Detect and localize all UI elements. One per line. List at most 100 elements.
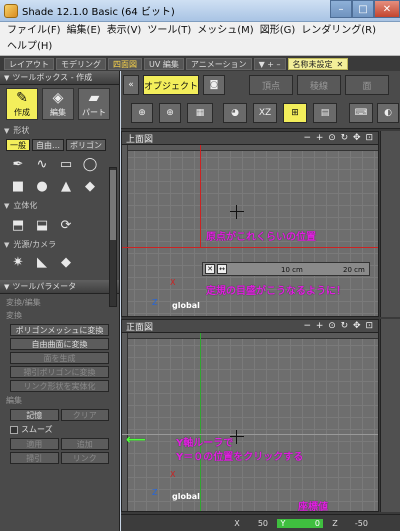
tab-modeling[interactable]: モデリング bbox=[56, 57, 106, 70]
box-tool-icon[interactable]: ■ bbox=[8, 177, 28, 195]
mode-create-button[interactable]: ✎ 作成 bbox=[6, 88, 38, 120]
clear-button[interactable]: クリア bbox=[60, 409, 109, 421]
light-tool-icon[interactable]: ✷ bbox=[8, 253, 28, 271]
close-button[interactable]: ✕ bbox=[374, 0, 400, 18]
camera-tool-icon[interactable]: ◆ bbox=[56, 253, 76, 271]
tab-animation[interactable]: アニメーション bbox=[185, 57, 252, 70]
side-view-strip-bottom[interactable] bbox=[380, 319, 400, 512]
edge-mode-button[interactable]: 稜線 bbox=[297, 75, 341, 95]
tab-uv-edit[interactable]: UV 編集 bbox=[144, 57, 184, 70]
tab-document[interactable]: 名称未設定 ✕ bbox=[287, 57, 349, 70]
rect-tool-icon[interactable]: ▭ bbox=[56, 155, 76, 173]
globe-icon[interactable]: ◕ bbox=[223, 103, 247, 123]
shape-tab-free[interactable]: 自由… bbox=[32, 139, 64, 151]
front-view-pane[interactable]: ⟵ Y軸ルーラで Y＝０の位置をクリックする X Z global 座標値 正面… bbox=[121, 319, 379, 512]
to-freeform-button[interactable]: 自由曲面に変換 bbox=[10, 338, 109, 350]
menu-file[interactable]: ファイル(F) bbox=[4, 23, 64, 39]
collapse-triangle-icon[interactable]: ▼ bbox=[4, 283, 9, 291]
minimize-button[interactable]: – bbox=[330, 0, 352, 18]
view-eye-icon[interactable]: ◐ bbox=[377, 103, 399, 123]
shape-tool-grid: ✒ ∿ ▭ ◯ ■ ● ▲ ◆ bbox=[0, 152, 119, 198]
collapse-left-button[interactable]: « bbox=[123, 75, 139, 95]
front-vertical-ruler[interactable] bbox=[122, 333, 128, 511]
toolbox-scrollbar[interactable] bbox=[109, 167, 117, 307]
coord-y[interactable]: Y 0 bbox=[277, 517, 323, 530]
sphere-tool-icon[interactable]: ● bbox=[32, 177, 52, 195]
keyboard-icon[interactable]: ⌨ bbox=[349, 103, 373, 123]
to-sweep-polygon-button[interactable]: 掃引ポリゴンに変換 bbox=[10, 366, 109, 378]
coord-y-value[interactable]: 0 bbox=[289, 518, 323, 528]
collapse-triangle-icon[interactable]: ▼ bbox=[4, 74, 9, 82]
sweep-tool-icon[interactable]: ⟳ bbox=[56, 216, 76, 234]
add-button[interactable]: 追加 bbox=[60, 438, 109, 450]
menu-tool[interactable]: ツール(T) bbox=[144, 23, 194, 39]
top-view-pane[interactable]: 原点がこれくらいの位置 ✕ ↔ 10 cm 20 cm 定規の目盛がこうなるよう… bbox=[121, 131, 379, 317]
grid-display-icon[interactable]: ▤ bbox=[313, 103, 337, 123]
prism-tool-icon[interactable]: ◆ bbox=[80, 177, 100, 195]
snap-target-icon[interactable]: ⊕ bbox=[159, 103, 181, 123]
pen-tool-icon[interactable]: ✒ bbox=[8, 155, 28, 173]
circle-tool-icon[interactable]: ◯ bbox=[80, 155, 100, 173]
top-horizontal-ruler[interactable] bbox=[122, 145, 378, 151]
object-mode-button[interactable]: オブジェクト bbox=[143, 75, 199, 95]
coord-x-value[interactable]: 50 bbox=[243, 519, 271, 528]
extrude-tool-icon[interactable]: ⬒ bbox=[8, 216, 28, 234]
tab-layout[interactable]: レイアウト bbox=[4, 57, 54, 70]
realize-link-button[interactable]: リンク形状を実体化 bbox=[10, 380, 109, 392]
yruler-annotation: Y軸ルーラで bbox=[176, 438, 234, 449]
menu-mesh[interactable]: メッシュ(M) bbox=[194, 23, 256, 39]
front-axis-x-label: X bbox=[170, 470, 176, 479]
light-section[interactable]: ▼ 光源/カメラ bbox=[0, 237, 119, 252]
coord-z[interactable]: Z -50 bbox=[329, 517, 371, 530]
toolbox-scroll-thumb[interactable] bbox=[110, 170, 116, 240]
menu-render[interactable]: レンダリング(R) bbox=[298, 23, 379, 39]
smooth-checkbox[interactable] bbox=[10, 425, 18, 434]
menu-shape[interactable]: 図形(G) bbox=[257, 23, 299, 39]
camera-snapshot-icon[interactable]: ◙ bbox=[203, 75, 225, 95]
front-horizontal-ruler[interactable] bbox=[122, 333, 378, 339]
smooth-row[interactable]: スムーズ bbox=[10, 424, 109, 435]
tab-four-view[interactable]: 四面図 bbox=[108, 57, 142, 70]
spotlight-tool-icon[interactable]: ◣ bbox=[32, 253, 52, 271]
revolve-tool-icon[interactable]: ⬓ bbox=[32, 216, 52, 234]
target-icon[interactable]: ⊕ bbox=[131, 103, 153, 123]
coord-x[interactable]: X 50 bbox=[231, 517, 271, 530]
mode-edit-button[interactable]: ◈ 編集 bbox=[42, 88, 74, 120]
menu-edit[interactable]: 編集(E) bbox=[64, 23, 104, 39]
mode-part-button[interactable]: ▰ パート bbox=[78, 88, 110, 120]
top-view-ruler-bar[interactable]: ✕ ↔ 10 cm 20 cm bbox=[202, 262, 370, 276]
menu-help[interactable]: ヘルプ(H) bbox=[4, 39, 55, 55]
side-view-strip-top[interactable] bbox=[380, 131, 400, 317]
ruler-toggle-icon[interactable]: ↔ bbox=[217, 264, 227, 274]
make-face-button[interactable]: 面を生成 bbox=[10, 352, 109, 364]
sweep-button[interactable]: 掃引 bbox=[10, 452, 59, 464]
toolbox-title: ツールボックス - 作成 bbox=[12, 73, 93, 82]
tab-add-remove[interactable]: ▼ + – bbox=[253, 57, 286, 70]
shape-tab-general[interactable]: 一般 bbox=[6, 139, 30, 151]
to-polymesh-button[interactable]: ポリゴンメッシュに変換 bbox=[10, 324, 109, 336]
maximize-button[interactable]: □ bbox=[352, 0, 374, 18]
toolbox-header[interactable]: ▼ ツールボックス - 作成 bbox=[0, 71, 119, 85]
shape-section[interactable]: ▼ 形状 bbox=[0, 123, 119, 138]
tool-params-header[interactable]: ▼ ツールパラメータ bbox=[0, 280, 119, 294]
shape-tab-polygon[interactable]: ポリゴン bbox=[66, 139, 106, 151]
apply-button[interactable]: 適用 bbox=[10, 438, 59, 450]
xz-plane-button[interactable]: XZ bbox=[253, 103, 277, 123]
tab-close-icon[interactable]: ✕ bbox=[337, 60, 344, 69]
ruler-close-icon[interactable]: ✕ bbox=[205, 264, 215, 274]
coord-z-value[interactable]: -50 bbox=[341, 519, 371, 528]
front-view-zoom-tools[interactable]: − + ⊙ ↻ ✥ ⊡ bbox=[303, 321, 374, 331]
curve-tool-icon[interactable]: ∿ bbox=[32, 155, 52, 173]
top-vertical-ruler[interactable] bbox=[122, 145, 128, 316]
top-view-zoom-tools[interactable]: − + ⊙ ↻ ✥ ⊡ bbox=[303, 133, 374, 143]
solid-section[interactable]: ▼ 立体化 bbox=[0, 198, 119, 213]
memory-button[interactable]: 記憶 bbox=[10, 409, 59, 421]
grid-dots-icon[interactable]: ▦ bbox=[187, 103, 213, 123]
vertex-mode-button[interactable]: 頂点 bbox=[249, 75, 293, 95]
grid-snap-icon[interactable]: ⊞ bbox=[283, 103, 307, 123]
link-button[interactable]: リンク bbox=[60, 452, 109, 464]
front-view-grid[interactable] bbox=[122, 333, 378, 511]
menu-view[interactable]: 表示(V) bbox=[104, 23, 145, 39]
cone-tool-icon[interactable]: ▲ bbox=[56, 177, 76, 195]
face-mode-button[interactable]: 面 bbox=[345, 75, 389, 95]
